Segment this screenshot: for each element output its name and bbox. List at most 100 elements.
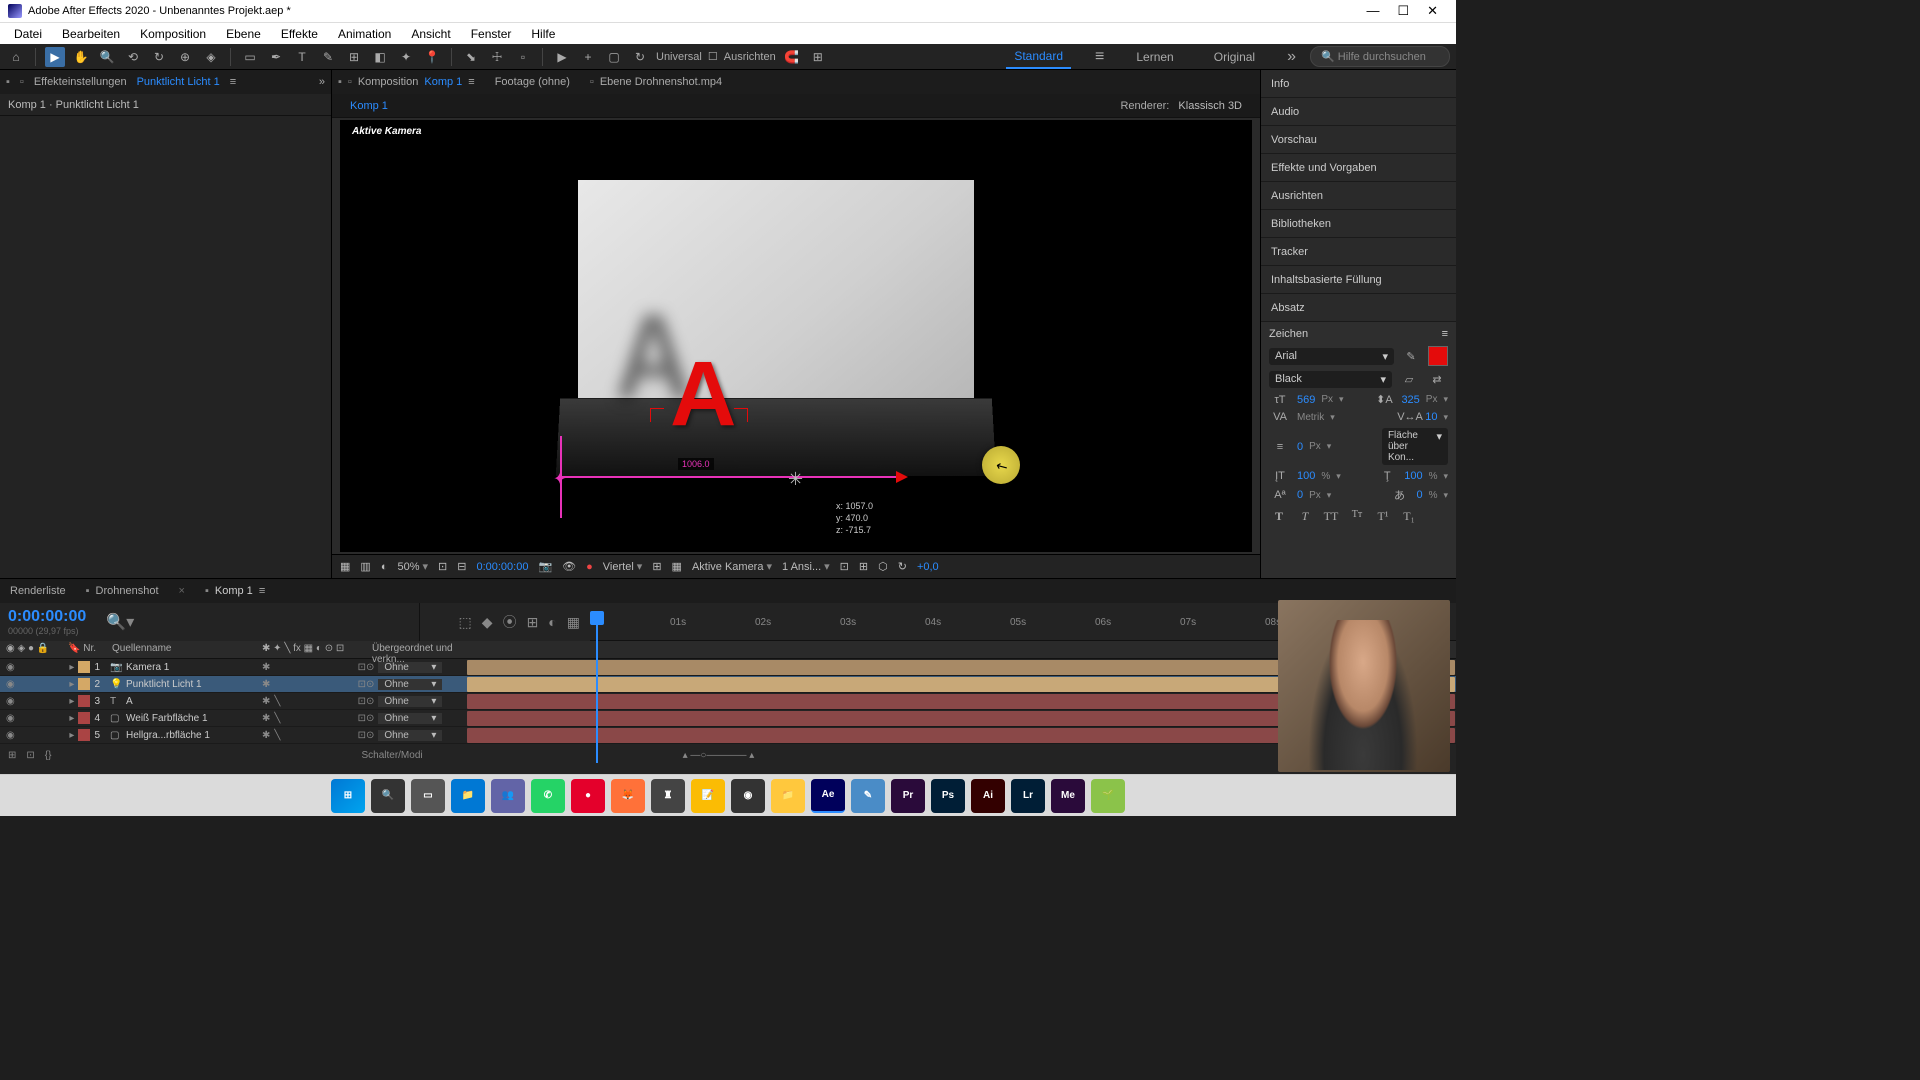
layer-tab[interactable]: ▫Ebene Drohnenshot.mp4 [590,76,722,88]
menu-animation[interactable]: Animation [330,25,399,43]
parent-pick-icon[interactable]: ⊙ [366,730,374,741]
motion-blur-icon[interactable]: ◐ [548,614,556,630]
3d-layer-icon[interactable]: ⊡ [358,713,366,724]
toggle-brackets-icon[interactable]: {} [45,750,52,761]
bold-button[interactable]: T [1269,509,1289,527]
roi-icon[interactable]: ⊡ [438,560,447,573]
show-snapshot-icon[interactable]: 👁 [562,560,576,573]
folder-icon[interactable]: 📁 [771,779,805,813]
snap-refresh-icon[interactable]: ↻ [630,47,650,67]
current-time[interactable]: 0:00:00:00 [476,561,528,573]
workspace-lernen[interactable]: Lernen [1128,46,1181,68]
snap-box-icon[interactable]: ▢ [604,47,624,67]
collapse-icon[interactable]: ✱ [262,679,270,690]
visibility-toggle[interactable] [6,679,15,690]
current-timecode[interactable]: 0:00:00:00 [8,608,86,626]
workspace-standard[interactable]: Standard [1006,45,1071,69]
parent-dropdown[interactable]: Ohne▾ [378,730,442,741]
comp-tab-label[interactable]: Komposition [358,76,419,88]
panel-tracker[interactable]: Tracker [1261,238,1456,266]
hscale-value[interactable]: 100 [1404,470,1422,482]
timeline-icon[interactable]: ▦ [672,560,682,573]
stroke-width-value[interactable]: 0 [1297,441,1303,453]
layer-color-swatch[interactable] [78,712,90,724]
premiere-icon[interactable]: Pr [891,779,925,813]
vscale-value[interactable]: 100 [1297,470,1315,482]
eyedropper-icon[interactable]: ✎ [1400,350,1422,363]
snap-grid-icon[interactable]: ⊞ [808,47,828,67]
zeichen-title[interactable]: Zeichen [1269,328,1308,340]
comp-breadcrumb[interactable]: Komp 1 [350,100,388,112]
illustrator-icon[interactable]: Ai [971,779,1005,813]
collapse-icon[interactable]: ✱ [262,662,270,673]
layer-name[interactable]: Kamera 1 [126,662,169,673]
renderer-value[interactable]: Klassisch 3D [1178,100,1242,112]
view-dropdown[interactable]: Aktive Kamera [692,561,764,573]
tab-renderliste[interactable]: Renderliste [10,585,66,597]
parent-pick-icon[interactable]: ⊙ [366,662,374,673]
graph-editor-icon[interactable]: ▦ [567,614,580,631]
footage-tab[interactable]: Footage (ohne) [495,76,570,88]
panel-absatz[interactable]: Absatz [1261,294,1456,322]
close-button[interactable]: ✕ [1427,3,1438,19]
workspace-menu-icon[interactable]: ≡ [1095,48,1104,66]
pen-tool[interactable]: ✒ [266,47,286,67]
project-swatch-icon[interactable]: ▪ [6,76,10,88]
unified-camera-tool[interactable]: ⊕ [175,47,195,67]
layer-row[interactable]: ▸3TA✱╲⊡⊙Ohne▾ [0,693,1456,710]
panel-info[interactable]: Info [1261,70,1456,98]
collapse-icon[interactable]: ✱ [262,696,270,707]
swap-color-icon[interactable]: ⇄ [1426,373,1448,386]
layer-row[interactable]: ▸1📷Kamera 1✱⊡⊙Ohne▾ [0,659,1456,676]
taskview-icon[interactable]: ▭ [411,779,445,813]
parent-dropdown[interactable]: Ohne▾ [378,679,442,690]
quality-icon[interactable]: ╲ [274,696,280,707]
tab-drohnenshot[interactable]: Drohnenshot [96,585,159,597]
origin-marker-icon[interactable]: ✦ [553,469,569,485]
pixel-aspect-icon[interactable]: ⊡ [840,560,849,573]
maximize-button[interactable]: ☐ [1397,3,1409,19]
minimize-button[interactable]: — [1366,3,1379,19]
leading-value[interactable]: 325 [1401,394,1419,406]
layer-name[interactable]: Hellgra...rbfläche 1 [126,730,210,741]
help-search[interactable]: 🔍 Hilfe durchsuchen [1310,46,1450,67]
menu-datei[interactable]: Datei [6,25,50,43]
panel-history-icon[interactable]: ▫ [20,76,24,88]
collapse-icon[interactable]: ✱ [262,713,270,724]
roto-tool[interactable]: ✦ [396,47,416,67]
start-button[interactable]: ⊞ [331,779,365,813]
tab-overflow-icon[interactable]: » [319,76,325,88]
home-icon[interactable]: ⌂ [6,47,26,67]
zoom-tool[interactable]: 🔍 [97,47,117,67]
toggle-switches-icon[interactable]: ⊞ [8,750,16,761]
layer-color-swatch[interactable] [78,729,90,741]
mask-icon[interactable]: ◐ [381,561,388,573]
layer-color-swatch[interactable] [78,678,90,690]
switches-modes-toggle[interactable]: Schalter/Modi [361,750,422,761]
puppet-tool[interactable]: 📍 [422,47,442,67]
menu-hilfe[interactable]: Hilfe [523,25,563,43]
menu-ebene[interactable]: Ebene [218,25,269,43]
media-encoder-icon[interactable]: Me [1051,779,1085,813]
rotate-tool[interactable]: ↻ [149,47,169,67]
eraser-tool[interactable]: ◧ [370,47,390,67]
parent-pick-icon[interactable]: ⊙ [366,696,374,707]
obs-icon[interactable]: ◉ [731,779,765,813]
frame-blend-icon[interactable]: ⊞ [527,614,539,631]
visibility-toggle[interactable] [6,696,15,707]
pan-behind-tool[interactable]: ◈ [201,47,221,67]
comp-lock-icon[interactable]: ▫ [348,76,352,88]
hand-tool[interactable]: ✋ [71,47,91,67]
x-axis-arrow-icon[interactable] [896,471,908,483]
comp-flowchart-icon[interactable]: ⬚ [459,614,472,631]
whatsapp-icon[interactable]: ✆ [531,779,565,813]
layer-name[interactable]: Punktlicht Licht 1 [126,679,202,690]
zoom-level[interactable]: 50% [397,561,419,573]
panel-ausrichten[interactable]: Ausrichten [1261,182,1456,210]
search-app-icon[interactable]: 🔍 [371,779,405,813]
view-axis-icon[interactable]: ▫ [513,47,533,67]
tsume-value[interactable]: 0 [1416,489,1422,501]
fast-preview-icon[interactable]: ⊞ [652,560,661,573]
parent-dropdown[interactable]: Ohne▾ [378,662,442,673]
shy-icon[interactable]: ⦿ [503,612,517,632]
